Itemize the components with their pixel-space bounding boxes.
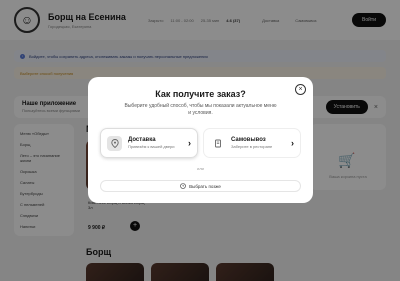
location-pin-icon	[107, 135, 122, 151]
pickup-subtitle: Заберите в ресторане	[231, 144, 273, 149]
order-method-modal: × Как получите заказ? Выберите удобный с…	[88, 77, 313, 203]
delivery-option[interactable]: Доставка Привезём к вашей двери ›	[100, 128, 198, 158]
modal-title: Как получите заказ?	[155, 89, 246, 99]
choose-later-label: Выбрать позже	[189, 183, 221, 189]
delivery-subtitle: Привезём к вашей двери	[128, 144, 175, 149]
clock-icon	[180, 182, 186, 190]
choose-later-button[interactable]: Выбрать позже	[100, 180, 301, 192]
pickup-title: Самовывоз	[231, 137, 266, 143]
chevron-right-icon: ›	[188, 138, 191, 148]
store-icon	[210, 136, 225, 151]
pickup-option[interactable]: Самовывоз Заберите в ресторане ›	[203, 128, 301, 158]
chevron-right-icon: ›	[291, 138, 294, 148]
delivery-title: Доставка	[128, 137, 156, 143]
modal-subtitle: Выберите удобный способ, чтобы мы показа…	[124, 103, 277, 116]
or-divider: или	[197, 166, 204, 171]
